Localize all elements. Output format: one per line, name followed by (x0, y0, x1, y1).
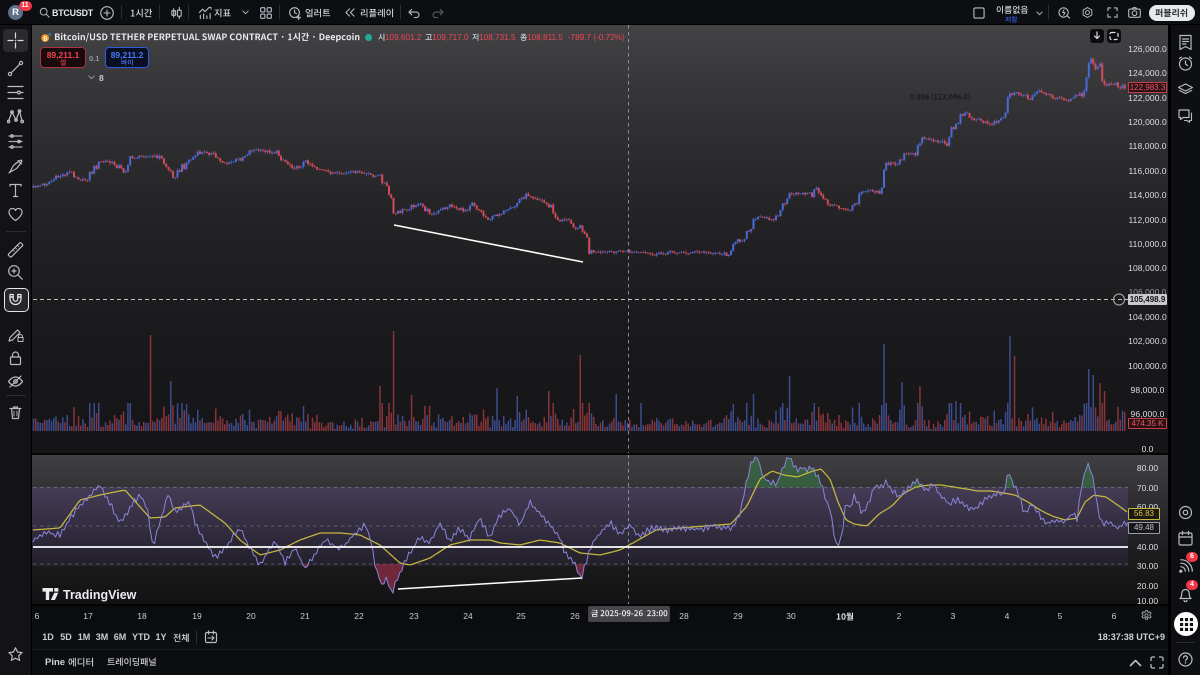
svg-text:₿: ₿ (43, 35, 48, 42)
svg-text:TradingView: TradingView (63, 588, 137, 602)
